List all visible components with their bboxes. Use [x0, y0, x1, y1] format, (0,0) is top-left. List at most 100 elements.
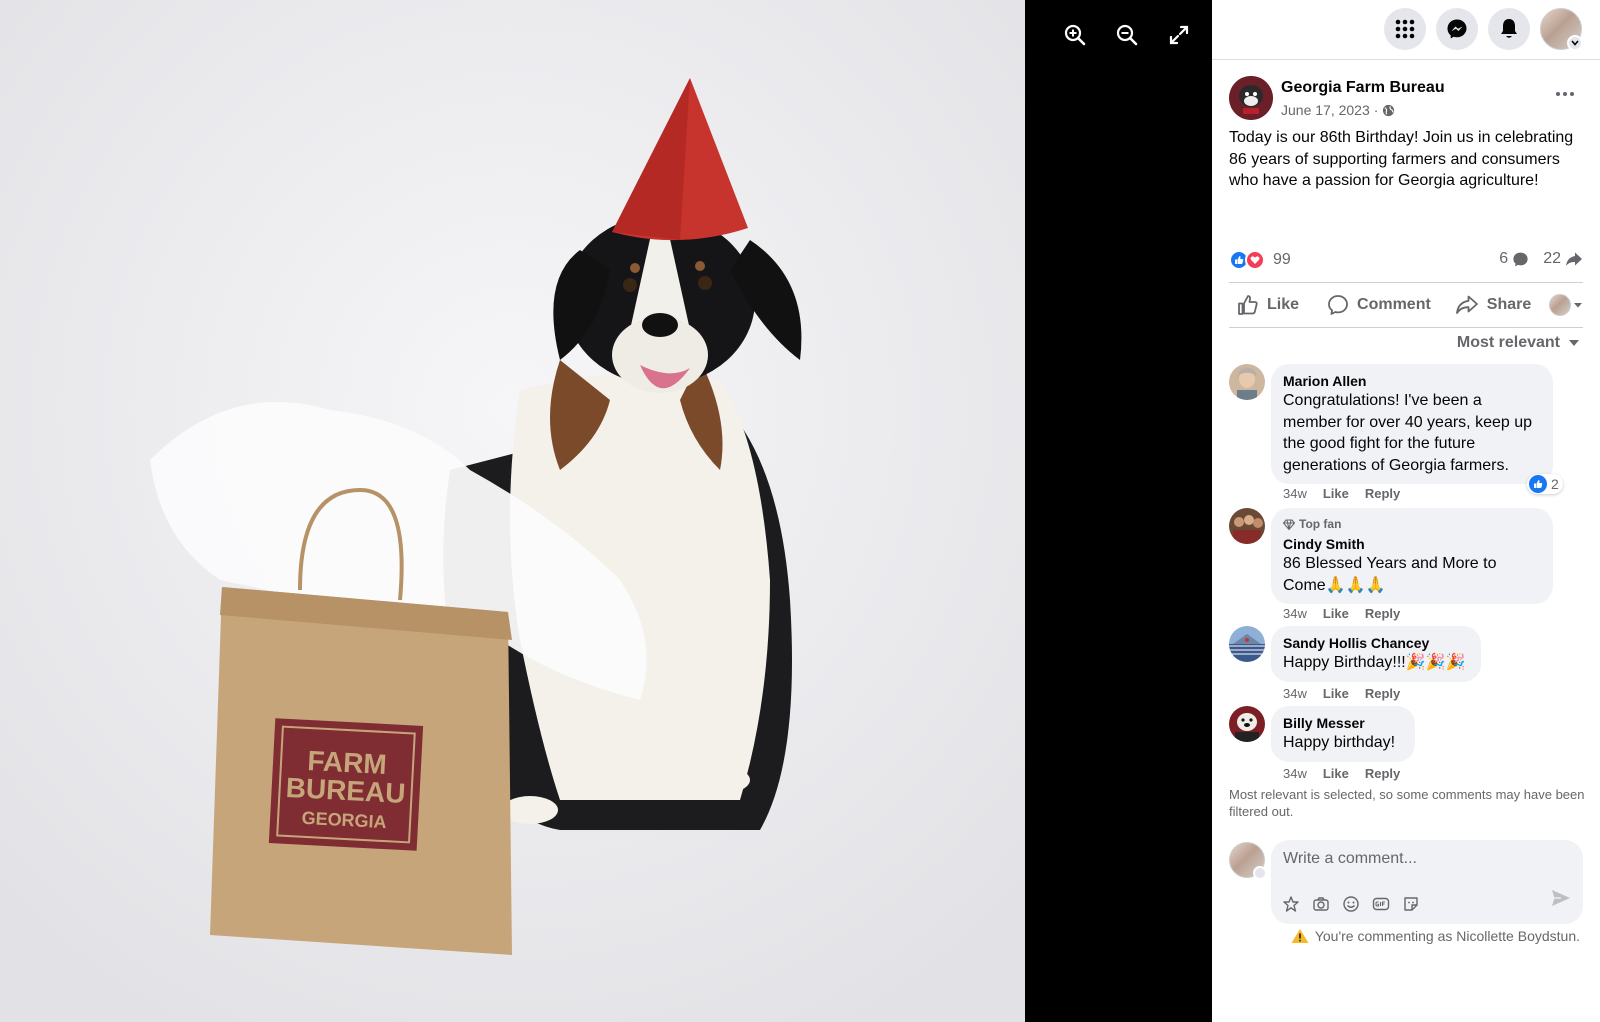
- more-dots-icon: [1556, 92, 1560, 96]
- comment-like-button[interactable]: Like: [1323, 766, 1349, 781]
- commenter-name[interactable]: Sandy Hollis Chancey: [1283, 634, 1469, 652]
- comment-composer: [1229, 840, 1583, 924]
- zoom-in-icon: [1064, 24, 1086, 46]
- top-fan-badge: Top fan: [1283, 516, 1541, 532]
- shares-count-text: 22: [1543, 250, 1561, 267]
- comment-time[interactable]: 34w: [1283, 766, 1307, 781]
- emoji-icon: [1343, 896, 1359, 912]
- more-dot: [1563, 92, 1567, 96]
- gif-icon: [1372, 897, 1390, 911]
- commenter-name[interactable]: Billy Messer: [1283, 714, 1403, 732]
- comment-bubble: Top fan Cindy Smith 86 Blessed Years and…: [1271, 508, 1553, 604]
- shares-count[interactable]: 22: [1543, 250, 1583, 268]
- zoom-out-button[interactable]: [1112, 20, 1142, 50]
- filter-note: Most relevant is selected, so some comme…: [1229, 787, 1585, 819]
- comments-count[interactable]: 6: [1499, 250, 1529, 268]
- commenter-avatar[interactable]: [1229, 364, 1265, 400]
- post-sidebar: Georgia Farm Bureau June 17, 2023 · Toda…: [1212, 0, 1600, 1022]
- comment-text: 86 Blessed Years and More to Come🙏🙏🙏: [1283, 555, 1497, 594]
- post-header: Georgia Farm Bureau June 17, 2023 ·: [1229, 76, 1583, 122]
- more-dot: [1570, 92, 1574, 96]
- page-avatar[interactable]: [1229, 76, 1273, 120]
- comment-like-button[interactable]: Like: [1323, 486, 1349, 501]
- top-fan-label: Top fan: [1299, 517, 1342, 531]
- comment-icon: [1328, 295, 1348, 315]
- page-name[interactable]: Georgia Farm Bureau: [1281, 79, 1445, 97]
- commenting-as-notice: You're commenting as Nicollette Boydstun…: [1291, 928, 1580, 944]
- comment-meta: 34w Like Reply: [1283, 766, 1400, 781]
- comment-time[interactable]: 34w: [1283, 686, 1307, 701]
- comment-bubble-icon: [1513, 252, 1528, 266]
- composer-avatar[interactable]: [1229, 842, 1267, 880]
- avatar-sticker-icon: [1283, 896, 1299, 912]
- comment-reply-button[interactable]: Reply: [1365, 686, 1400, 701]
- reactions-summary[interactable]: 99: [1229, 250, 1291, 270]
- dog-birthday-photo: FARM BUREAU GEORGIA: [0, 0, 1025, 1022]
- comment-reaction-badge[interactable]: 2: [1527, 474, 1563, 494]
- comment-button[interactable]: Comment: [1319, 287, 1439, 323]
- comment-meta: 34w Like Reply: [1283, 606, 1400, 621]
- share-button-label: Share: [1486, 296, 1532, 313]
- comment-reaction-count: 2: [1551, 476, 1559, 492]
- comment-reply-button[interactable]: Reply: [1365, 766, 1400, 781]
- send-comment-button[interactable]: [1551, 889, 1571, 912]
- bulldog-mascot-logo: [1229, 76, 1273, 120]
- comment-meta: 34w Like Reply: [1283, 486, 1400, 501]
- share-icon: [1455, 295, 1478, 314]
- like-button[interactable]: Like: [1229, 287, 1307, 323]
- comment-text: Happy birthday!: [1283, 734, 1396, 751]
- comment-reply-button[interactable]: Reply: [1365, 486, 1400, 501]
- thumbs-up-icon: [1238, 295, 1258, 315]
- comment-text: Happy Birthday!!!🎉🎉🎉: [1283, 654, 1466, 671]
- commenter-avatar[interactable]: [1229, 626, 1265, 662]
- warning-icon: [1291, 929, 1309, 943]
- zoom-in-button[interactable]: [1060, 20, 1090, 50]
- comment-sort-dropdown[interactable]: Most relevant: [1457, 334, 1580, 352]
- caret-down-icon: [1569, 340, 1579, 346]
- send-icon: [1552, 890, 1570, 906]
- commenter-name[interactable]: Marion Allen: [1283, 372, 1541, 390]
- share-button[interactable]: Share: [1447, 287, 1539, 323]
- fullscreen-button[interactable]: [1164, 20, 1194, 50]
- account-avatar-button[interactable]: [1540, 8, 1583, 51]
- date-separator: ·: [1373, 102, 1379, 118]
- messenger-button[interactable]: [1436, 8, 1478, 50]
- post-engagement-counts: 99 6 22: [1229, 248, 1583, 272]
- post-photo[interactable]: FARM BUREAU GEORGIA: [0, 0, 1025, 1022]
- post-options-button[interactable]: [1547, 82, 1583, 106]
- comment-like-button[interactable]: Like: [1323, 606, 1349, 621]
- comment-bubble: Marion Allen Congratulations! I've been …: [1271, 364, 1553, 484]
- comment-input[interactable]: [1283, 850, 1563, 868]
- camera-icon: [1313, 897, 1329, 911]
- reaction-count: 99: [1273, 251, 1291, 268]
- post-message: Today is our 86th Birthday! Join us in c…: [1229, 129, 1574, 189]
- menu-grid-icon: [1395, 19, 1415, 39]
- comment-input-box: [1271, 840, 1583, 924]
- post-date-text[interactable]: June 17, 2023: [1281, 102, 1370, 118]
- photo-viewer: FARM BUREAU GEORGIA: [0, 0, 1212, 1022]
- comment-time[interactable]: 34w: [1283, 486, 1307, 501]
- act-as-selector[interactable]: [1549, 294, 1583, 316]
- notifications-button[interactable]: [1488, 8, 1530, 50]
- emoji-button[interactable]: [1341, 894, 1361, 914]
- camera-button[interactable]: [1311, 894, 1331, 914]
- avatar-sticker-button[interactable]: [1281, 894, 1301, 914]
- comment-button-label: Comment: [1357, 296, 1431, 313]
- comment-reply-button[interactable]: Reply: [1365, 606, 1400, 621]
- messenger-icon: [1447, 19, 1467, 39]
- sort-label: Most relevant: [1456, 334, 1560, 351]
- menu-button[interactable]: [1384, 8, 1426, 50]
- comment-like-button[interactable]: Like: [1323, 686, 1349, 701]
- commenter-avatar[interactable]: [1229, 706, 1265, 742]
- comment-bubble: Sandy Hollis Chancey Happy Birthday!!!🎉🎉…: [1271, 626, 1481, 682]
- commenter-name[interactable]: Cindy Smith: [1283, 535, 1541, 553]
- gif-button[interactable]: [1371, 894, 1391, 914]
- commenter-avatar[interactable]: [1229, 508, 1265, 544]
- like-reaction-icon: [1529, 475, 1547, 493]
- viewer-toolbar: [1060, 20, 1194, 50]
- comment-time[interactable]: 34w: [1283, 606, 1307, 621]
- sticker-button[interactable]: [1401, 894, 1421, 914]
- zoom-out-icon: [1116, 24, 1138, 46]
- chevron-down-icon: [1253, 866, 1267, 880]
- comment-text: Congratulations! I've been a member for …: [1283, 392, 1533, 474]
